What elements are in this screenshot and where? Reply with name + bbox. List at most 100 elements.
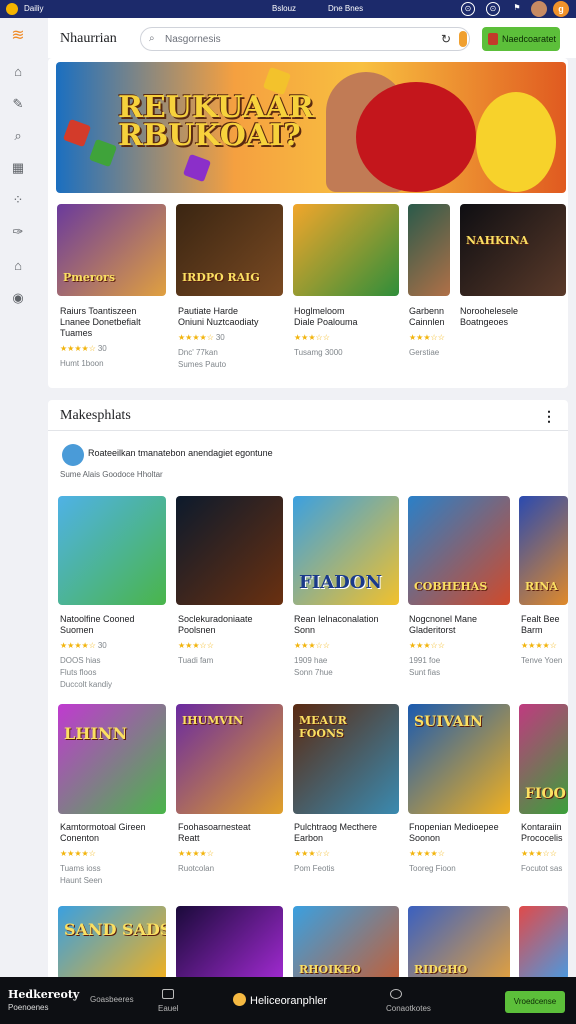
game-tile[interactable]: FIADON [293,496,399,605]
game-info[interactable]: Fealt Bee Barm ★★★★☆ Tenve Yoen [521,614,567,666]
game-subtitle: Ruotcolan [178,864,215,873]
game-tile[interactable]: IHUMVIN [176,704,283,814]
game-tile[interactable] [58,496,166,605]
rating-stars: ★★★☆☆ [294,849,330,858]
game-subtitle: 1991 foe [409,656,441,665]
game-tile[interactable]: RINA [519,496,568,605]
game-title: Hoglmeloom [294,306,345,316]
game-title-line2: Barm [521,625,543,635]
library-icon[interactable] [162,989,174,999]
game-info[interactable]: Kontaraiin Prococelis ★★★☆☆ Focutot sas [521,822,567,874]
rating-stars: ★★★★☆ [521,641,557,650]
game-tile[interactable]: RHOIKEO [293,906,399,980]
rating-stars: ★★★☆☆ [521,849,557,858]
game-art [176,496,283,605]
game-info[interactable]: Rean Ielnaconalation Sonn ★★★☆☆ 1909 hae… [294,614,400,678]
game-title: Raiurs Toantiszeen [60,306,137,316]
game-tile[interactable] [176,496,283,605]
rating-stars: ★★★★☆ [60,849,96,858]
game-info[interactable]: Noroohelesele Boatngeoes [460,306,566,328]
game-art [460,204,566,296]
smile-icon [233,993,246,1006]
featured-panel: REUKUAAR RBUKOAI? Pmerors IRDPO RAIG NAH… [48,58,568,388]
game-tile[interactable] [408,204,450,296]
game-tile[interactable]: NAHKINA [460,204,566,296]
hero-banner[interactable]: REUKUAAR RBUKOAI? [56,62,566,193]
refresh-icon[interactable]: ↻ [441,32,451,46]
game-subtitle: Tusamg 3000 [294,348,343,357]
bottom-link[interactable]: Eauel [158,1004,178,1013]
mic-icon[interactable] [459,31,467,47]
game-info[interactable]: Pautiate Harde Oniuni Nuztcaodiaty ★★★★☆… [178,306,284,370]
help-icon[interactable]: ◉ [10,290,26,306]
settings-icon[interactable]: ⊙ [486,2,500,16]
profile-icon[interactable] [390,989,402,999]
game-info[interactable]: Soclekuradoniaate Poolsnen ★★★☆☆ Tuadi f… [178,614,284,666]
game-subtitle: 1909 hae [294,656,328,665]
promo-subtext: Sume Alais Goodoce Hholtar [60,470,163,479]
more-options-icon[interactable]: ⋮ [542,408,556,425]
game-title-line2: Reatt [178,833,200,843]
game-logo: RHOIKEO [299,963,361,976]
bottom-link[interactable]: Conaotkotes [386,1004,431,1013]
game-info[interactable]: Fnopenian Medioepee Soonon ★★★★☆ Tooreg … [409,822,513,874]
game-tile[interactable]: SAND SADS [58,906,166,980]
game-tile[interactable]: IRDPO RAIG [176,204,283,296]
game-info[interactable]: Garbenn Cainnlen ★★★☆☆ Gerstiae [409,306,459,358]
top-nav-left[interactable]: Bslouz [272,4,296,13]
game-logo: RIDGHO [414,963,468,976]
game-title-line2: Diale Poalouma [294,317,358,327]
avatar[interactable] [531,1,547,17]
game-subtitle-2: Sunt fias [409,668,441,677]
game-tile[interactable] [519,906,568,980]
dots-icon[interactable]: ⁘ [10,192,26,208]
game-info[interactable]: Nogcnonel Mane Gladeritorst ★★★☆☆ 1991 f… [409,614,513,678]
bottom-link[interactable]: Goasbeeres [90,995,134,1004]
game-logo: IHUMVIN [182,714,244,727]
bottom-center-label[interactable]: Heliceoranphler [250,995,327,1007]
rating-stars: ★★★★☆ [409,849,445,858]
grid-icon[interactable]: ▦ [10,160,26,176]
gem-decoration [62,118,92,148]
game-tile[interactable]: COBHEHAS [408,496,510,605]
game-subtitle-2: Sumes Pauto [178,360,227,369]
top-nav-right[interactable]: Dne Bnes [328,4,363,13]
game-tile[interactable]: Pmerors [57,204,166,296]
game-subtitle: Tenve Yoen [521,656,563,665]
bottom-brand[interactable]: Hedkereoty [8,989,79,1000]
game-info[interactable]: Kamtormotoal Gireen Conenton ★★★★☆ Tuams… [60,822,166,886]
game-info[interactable]: Natoolfine Cooned Suomen ★★★★☆ 30 DOOS hi… [60,614,166,690]
game-tile[interactable] [293,204,399,296]
game-tile[interactable] [176,906,283,980]
stack-logo-icon[interactable]: ≋ [10,28,26,44]
edit-icon[interactable]: ✎ [10,96,26,112]
game-title-line2: Cainnlen [409,317,445,327]
bottom-brand-sub: Poenoenes [8,1003,49,1012]
game-logo: IRDPO RAIG [182,271,260,284]
search-icon[interactable]: ⌕ [10,128,26,144]
bottom-action-button[interactable]: Vroedcense [505,991,565,1013]
profile-badge[interactable]: g [553,1,569,17]
game-art [58,906,166,980]
game-info[interactable]: Hoglmeloom Diale Poalouma ★★★☆☆ Tusamg 3… [294,306,400,358]
game-tile[interactable]: LHINN [58,704,166,814]
game-tile[interactable]: FIOO [519,704,568,814]
search-input[interactable]: ⌕ Nasgornesis ↻ [140,27,470,51]
notification-icon[interactable]: ⊙ [461,2,475,16]
rating-stars: ★★★★☆ 30 [178,333,225,342]
store-icon[interactable]: ⌂ [10,258,26,274]
game-title: Pulchtraog Mecthere [294,822,378,832]
app-logo-icon[interactable] [6,3,18,15]
game-tile[interactable]: RIDGHO [408,906,510,980]
game-info[interactable]: Foohasoarnesteat Reatt ★★★★☆ Ruotcolan [178,822,284,874]
section-panel: Makesphlats ⋮ Roateeilkan tmanatebon ane… [48,400,568,980]
game-info[interactable]: Raiurs Toantiszeen Lnanee Donetbefialt T… [60,306,166,369]
game-tile[interactable]: SUIVAIN [408,704,510,814]
game-subtitle-2: Sonn 7hue [294,668,333,677]
cta-button[interactable]: Naedcoaratet [482,27,560,51]
home-icon[interactable]: ⌂ [10,64,26,80]
alert-icon[interactable]: ⚑ [510,2,524,16]
game-info[interactable]: Pulchtraog Mecthere Earbon ★★★☆☆ Pom Feo… [294,822,400,874]
brush-icon[interactable]: ✑ [10,224,26,240]
game-tile[interactable]: MEAUR FOONS [293,704,399,814]
